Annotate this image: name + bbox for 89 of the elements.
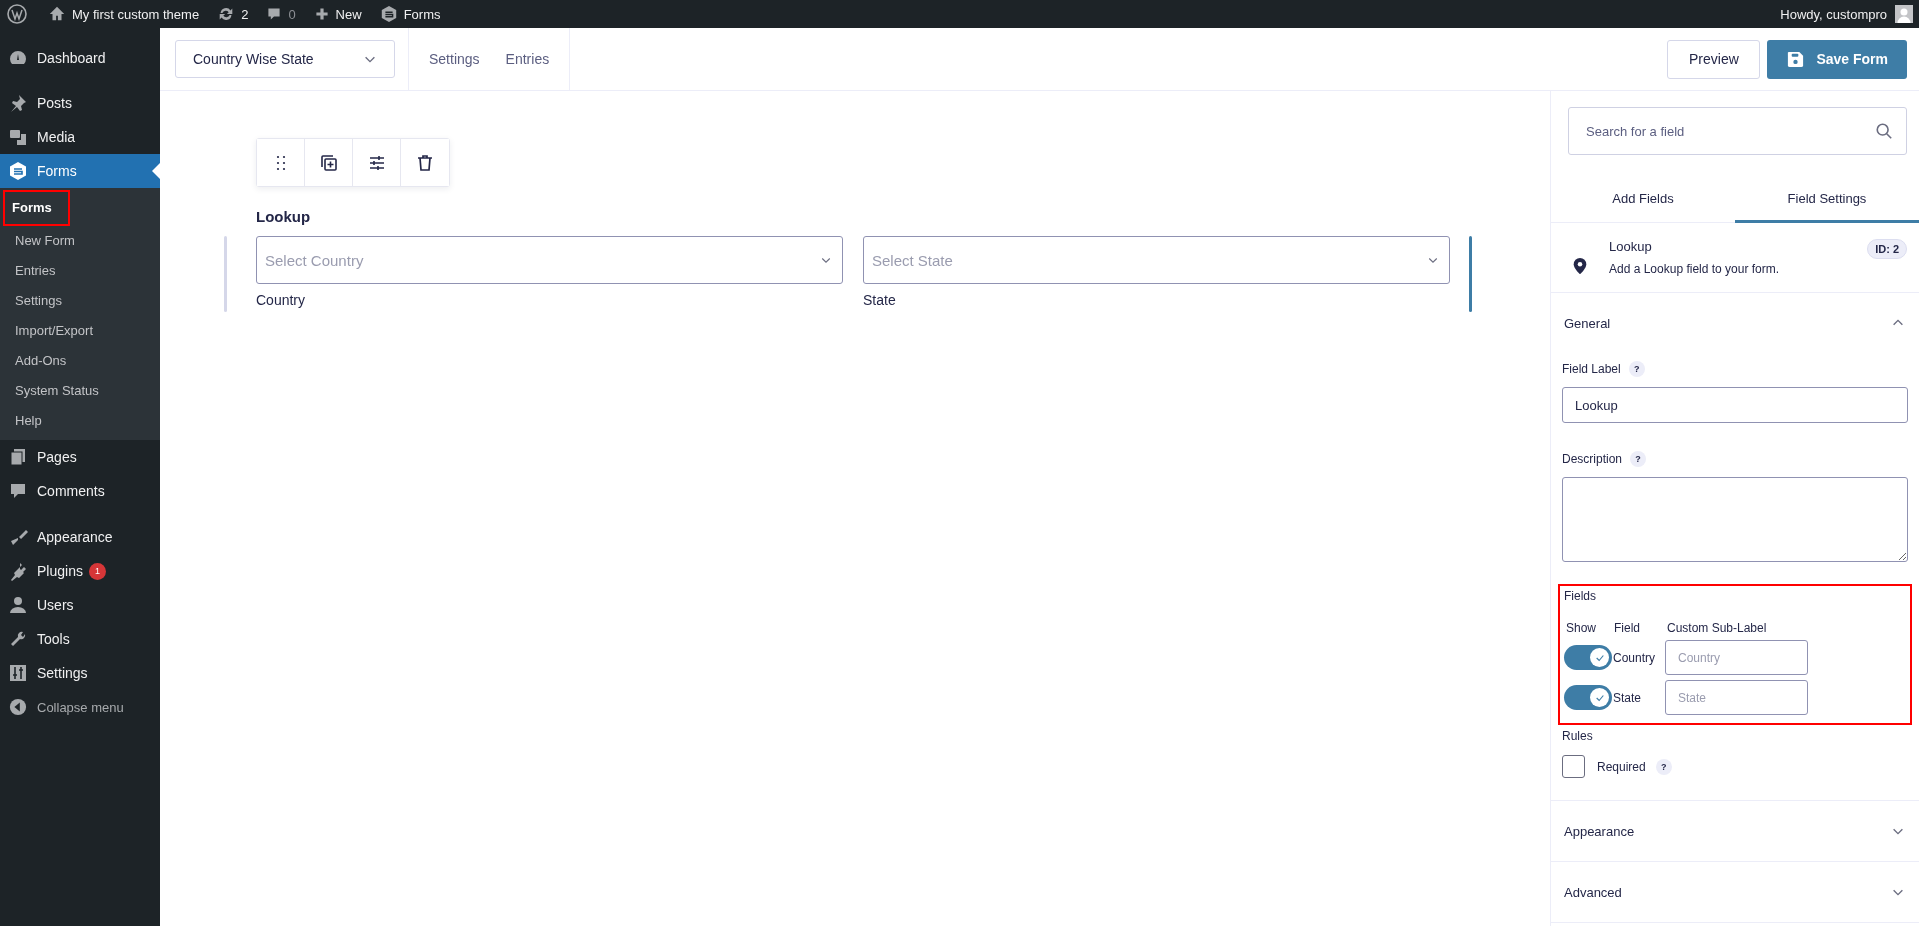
map-pin-icon — [1571, 256, 1589, 276]
sliders-icon — [8, 663, 28, 683]
submenu-item[interactable]: New Form — [3, 226, 87, 256]
field-label: Lookup — [256, 208, 312, 225]
speech-bubble-icon — [8, 481, 28, 501]
home-icon — [48, 5, 66, 23]
toggle-switch[interactable] — [1564, 685, 1612, 710]
search-icon — [1875, 122, 1893, 140]
form-logo-icon — [379, 5, 398, 23]
search-field[interactable]: Search for a field — [1568, 107, 1907, 155]
form-select-dropdown[interactable]: Country Wise State — [175, 40, 395, 78]
submenu-item[interactable]: Add-Ons — [3, 346, 79, 376]
section-toggle[interactable]: General — [1551, 293, 1919, 353]
sidebar-menu-item[interactable]: Tools — [0, 622, 160, 656]
paintbrush-icon — [8, 527, 28, 547]
header-link[interactable]: Settings — [429, 51, 480, 67]
new-content-link[interactable]: New — [304, 0, 371, 28]
setting-label: Rules — [1562, 729, 1594, 743]
toggle-switch[interactable] — [1564, 645, 1612, 670]
site-name-link[interactable]: My first custom theme — [39, 0, 209, 28]
user-icon — [8, 595, 28, 615]
sidebar-menu-item[interactable]: Media — [0, 120, 160, 154]
updates-link[interactable]: 2 — [208, 0, 258, 28]
notification-badge: 1 — [88, 562, 106, 580]
panel-tab[interactable]: Add Fields — [1551, 178, 1735, 223]
sidebar-menu-item[interactable]: Plugins 1 — [0, 554, 160, 588]
column-header: Custom Sub-Label — [1666, 621, 1768, 635]
sub-label: Country — [256, 292, 307, 308]
trash-icon — [415, 152, 435, 173]
pushpin-icon — [8, 93, 28, 113]
preview-button[interactable]: Preview — [1667, 39, 1761, 79]
current-menu-pointer — [152, 163, 160, 179]
save-form-button[interactable]: Save Form — [1767, 39, 1907, 79]
collapse-menu-button[interactable]: Collapse menu — [0, 690, 160, 724]
avatar-icon — [1895, 5, 1913, 23]
circle-logo-icon — [7, 4, 27, 24]
sidebar-menu-item[interactable]: Appearance — [0, 520, 160, 554]
field-type-title: Lookup — [1609, 239, 1653, 254]
sub-label-input[interactable]: State — [1665, 680, 1808, 715]
submenu-item[interactable]: System Status — [3, 376, 111, 406]
required-checkbox[interactable] — [1562, 755, 1585, 778]
toolbar-button[interactable] — [353, 139, 401, 186]
field-type-description: Add a Lookup field to your form. — [1609, 262, 1781, 276]
field-name: Country — [1612, 650, 1656, 665]
setting-label: Description — [1562, 452, 1623, 466]
toolbar-button[interactable] — [305, 139, 353, 186]
toolbar-button[interactable] — [401, 139, 449, 186]
plug-icon — [8, 561, 28, 581]
field-name: State — [1612, 690, 1642, 705]
submenu-item[interactable]: Settings — [3, 286, 74, 316]
form-logo-icon — [8, 161, 28, 181]
column-header: Field — [1613, 621, 1641, 635]
check-icon — [1594, 652, 1605, 663]
speech-bubble-icon — [266, 6, 283, 22]
header-link[interactable]: Entries — [505, 51, 550, 67]
submenu-item[interactable]: Import/Export — [3, 316, 106, 346]
sidebar-menu-item[interactable]: Settings — [0, 656, 160, 690]
account-link[interactable]: Howdy, custompro — [1771, 0, 1919, 28]
submenu-item[interactable]: Forms — [3, 190, 70, 226]
sidebar-menu-item[interactable]: Pages — [0, 440, 160, 474]
pages-icon — [8, 447, 28, 467]
text-input[interactable]: Lookup — [1562, 387, 1908, 423]
sidebar-menu-item[interactable]: Dashboard — [0, 41, 160, 75]
plus-icon — [313, 6, 330, 22]
duplicate-icon — [318, 152, 339, 173]
help-tooltip-button[interactable]: ? — [1628, 361, 1645, 377]
column-header: Show — [1565, 621, 1598, 635]
forms-link[interactable]: Forms — [370, 0, 450, 28]
sidebar-menu-item[interactable]: Forms — [0, 154, 160, 188]
help-tooltip-button[interactable]: ? — [1630, 451, 1647, 467]
sidebar-menu-item[interactable]: Users — [0, 588, 160, 622]
setting-label: Field Label — [1562, 362, 1621, 376]
images-icon — [8, 127, 28, 147]
submenu-item[interactable]: Help — [3, 406, 54, 436]
check-icon — [1594, 692, 1605, 703]
section-toggle[interactable]: Advanced — [1551, 862, 1919, 922]
setting-label: Fields — [1564, 589, 1597, 603]
section-toggle[interactable]: Appearance — [1551, 801, 1919, 861]
field-id-badge: ID: 2 — [1867, 239, 1907, 259]
sidebar-menu-item[interactable]: Comments — [0, 474, 160, 508]
sidebar-menu-item[interactable]: Posts — [0, 86, 160, 120]
panel-tab[interactable]: Field Settings — [1735, 178, 1919, 223]
help-tooltip-button[interactable]: ? — [1655, 758, 1672, 775]
checkbox-label: Required — [1597, 759, 1646, 774]
sub-label-input[interactable]: Country — [1665, 640, 1808, 675]
comments-link[interactable]: 0 — [257, 0, 305, 28]
description-textarea[interactable] — [1562, 477, 1908, 562]
sub-label: State — [863, 292, 897, 308]
submenu-item[interactable]: Entries — [3, 256, 68, 286]
